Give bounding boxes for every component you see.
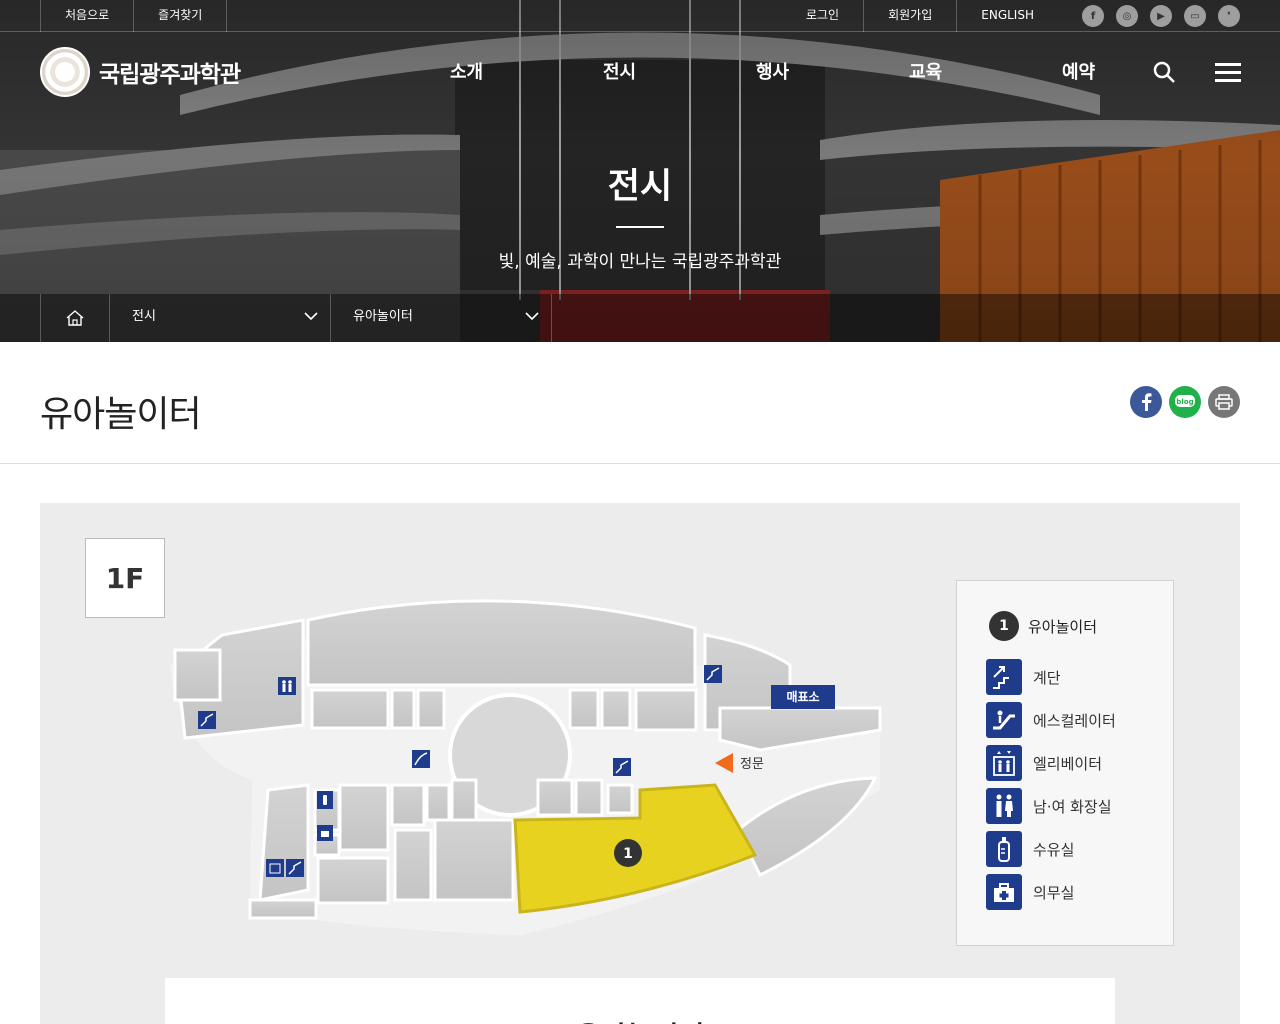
nav-exhibition[interactable]: 전시 — [543, 58, 696, 84]
utility-bar: 처음으로 즐겨찾기 로그인 회원가입 ENGLISH f ◎ ▶ ▭ ❜ — [0, 0, 1280, 32]
breadcrumb-home[interactable] — [40, 294, 110, 342]
english-link[interactable]: ENGLISH — [957, 0, 1058, 32]
nursing-room-icon — [986, 831, 1022, 867]
legend-item-elevator: 엘리베이터 — [986, 745, 1102, 781]
exhibit-info-title: 유아놀이터 — [165, 1015, 1115, 1024]
page-title: 유아놀이터 — [40, 394, 202, 435]
legend-item-escalator: 에스컬레이터 — [986, 702, 1116, 738]
share-buttons: blog — [1130, 386, 1240, 418]
search-icon[interactable] — [1152, 60, 1176, 84]
map-stairs-icon — [613, 758, 631, 776]
blog-share-icon[interactable]: blog — [1169, 386, 1201, 418]
floor-badge: 1F — [85, 538, 165, 618]
legend-elevator-label: 엘리베이터 — [1033, 754, 1103, 773]
bookmark-link[interactable]: 즐겨찾기 — [133, 0, 228, 32]
legend-stairs-label: 계단 — [1033, 668, 1061, 687]
legend-item-restroom: 남·여 화장실 — [986, 788, 1112, 824]
facebook-icon[interactable]: f — [1082, 5, 1104, 27]
map-escalator-icon — [412, 750, 430, 768]
kakao-icon[interactable]: ❜ — [1218, 5, 1240, 27]
sns-links: f ◎ ▶ ▭ ❜ — [1082, 5, 1240, 27]
map-top-hall — [306, 599, 697, 687]
legend-restroom-label: 남·여 화장실 — [1033, 797, 1112, 816]
login-link[interactable]: 로그인 — [782, 0, 865, 32]
legend-first-aid-label: 의무실 — [1033, 883, 1075, 902]
breadcrumb-depth2[interactable]: 유아놀이터 — [331, 294, 552, 342]
signup-link[interactable]: 회원가입 — [864, 0, 958, 32]
chevron-down-icon — [525, 312, 539, 321]
breadcrumb: 전시 유아놀이터 — [0, 294, 1280, 342]
facebook-glyph — [1142, 393, 1152, 411]
nav-education[interactable]: 교육 — [849, 58, 1002, 84]
map-restroom-icon — [278, 677, 296, 695]
first-aid-icon — [986, 874, 1022, 910]
hero-banner: 처음으로 즐겨찾기 로그인 회원가입 ENGLISH f ◎ ▶ ▭ ❜ 국립광… — [0, 0, 1280, 342]
nav-event[interactable]: 행사 — [696, 58, 849, 84]
map-left-block — [173, 648, 222, 702]
escalator-icon — [986, 702, 1022, 738]
printer-glyph — [1215, 394, 1233, 410]
nav-reservation[interactable]: 예약 — [1002, 58, 1155, 84]
exhibit-info-box: 유아놀이터 — [165, 978, 1115, 1024]
nav-intro[interactable]: 소개 — [390, 58, 543, 84]
home-icon — [66, 310, 84, 326]
main-nav: 소개 전시 행사 교육 예약 — [390, 58, 1155, 84]
instagram-icon[interactable]: ◎ — [1116, 5, 1138, 27]
logo-text: 국립광주과학관 — [99, 62, 241, 88]
logo-emblem — [40, 47, 90, 97]
legend-zone-label: 유아놀이터 — [1028, 617, 1098, 636]
breadcrumb-depth1-label: 전시 — [132, 309, 156, 324]
legend-item-first-aid: 의무실 — [986, 874, 1074, 910]
map-stairs-icon — [198, 711, 216, 729]
utility-left: 처음으로 즐겨찾기 — [40, 0, 228, 32]
utility-right: 로그인 회원가입 ENGLISH — [782, 0, 1058, 32]
facebook-share-icon[interactable] — [1130, 386, 1162, 418]
hamburger-menu-icon[interactable] — [1215, 62, 1241, 82]
restroom-icon — [986, 788, 1022, 824]
map-ticket-label: 매표소 — [786, 689, 819, 704]
hero-subtitle: 빛, 예술, 과학이 만나는 국립광주과학관 — [498, 252, 782, 272]
chevron-down-icon — [304, 312, 318, 321]
map-legend: 1 유아놀이터 계단 에스컬레이터 엘리베이터 남·여 화장실 수유실 의무실 — [956, 580, 1174, 946]
youtube-icon[interactable]: ▶ — [1150, 5, 1172, 27]
svg-text:blog: blog — [1176, 398, 1193, 406]
map-gate-label: 정문 — [740, 757, 764, 772]
legend-nursing-room-label: 수유실 — [1033, 840, 1075, 859]
legend-item-nursing-room: 수유실 — [986, 831, 1074, 867]
map-stairs-icon — [286, 859, 304, 877]
legend-zone-number: 1 — [989, 611, 1019, 641]
legend-item-stairs: 계단 — [986, 659, 1061, 695]
home-link[interactable]: 처음으로 — [40, 0, 133, 32]
site-logo[interactable]: 국립광주과학관 — [40, 47, 241, 97]
blog-glyph: blog — [1175, 395, 1195, 407]
hero-title: 전시 — [607, 167, 673, 207]
breadcrumb-depth1[interactable]: 전시 — [110, 294, 331, 342]
floor-map: 1 매표소 정문 — [170, 599, 882, 935]
elevator-icon — [986, 745, 1022, 781]
legend-escalator-label: 에스컬레이터 — [1033, 711, 1116, 730]
breadcrumb-depth2-label: 유아놀이터 — [353, 309, 413, 324]
map-stairs-icon — [704, 665, 722, 683]
map-zone-1-number: 1 — [623, 846, 633, 862]
blog-icon[interactable]: ▭ — [1184, 5, 1206, 27]
hero-divider — [616, 226, 664, 228]
stairs-icon — [986, 659, 1022, 695]
header-divider — [0, 463, 1280, 464]
print-icon[interactable] — [1208, 386, 1240, 418]
legend-zone-1: 1 유아놀이터 — [989, 611, 1097, 641]
map-elevator-icon — [266, 859, 284, 877]
